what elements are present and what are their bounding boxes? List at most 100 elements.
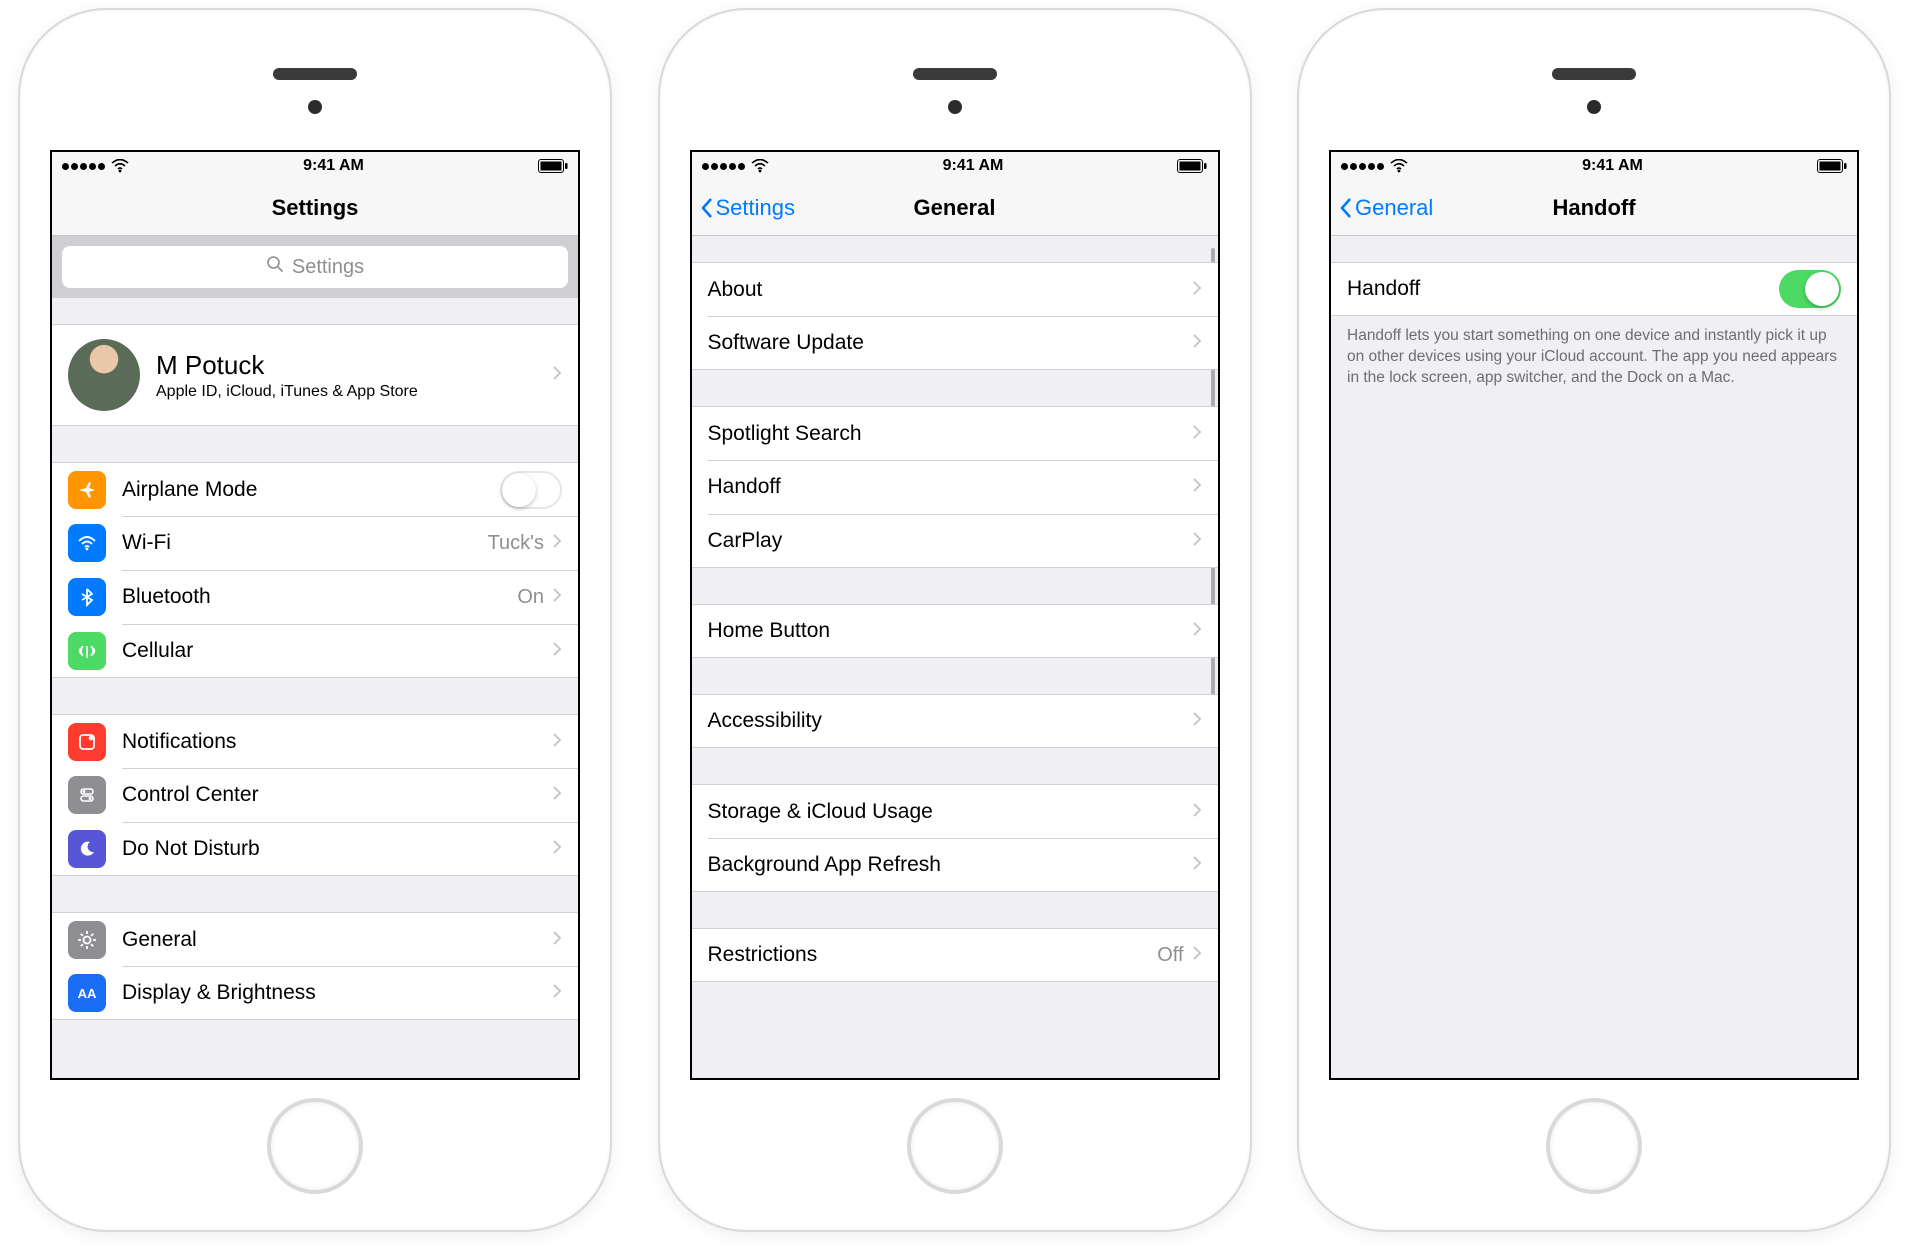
row-home-button[interactable]: Home Button <box>692 604 1218 658</box>
row-accessibility[interactable]: Accessibility <box>692 694 1218 748</box>
status-time: 9:41 AM <box>1582 157 1643 175</box>
nav-title: General <box>914 195 996 221</box>
screen-general: 9:41 AM Settings General About Software … <box>690 150 1220 1080</box>
back-label: Settings <box>716 195 796 221</box>
chevron-right-icon <box>1192 619 1202 643</box>
handoff-toggle-label: Handoff <box>1347 277 1779 301</box>
general-label: General <box>122 928 552 952</box>
wifi-icon <box>751 159 769 173</box>
gear-icon <box>68 921 106 959</box>
nav-bar: General Handoff <box>1331 180 1857 236</box>
chevron-right-icon <box>552 730 562 754</box>
group-accessibility: Accessibility <box>692 694 1218 748</box>
row-cellular[interactable]: Cellular <box>52 624 578 678</box>
home-button[interactable] <box>1546 1098 1642 1194</box>
handoff-switch[interactable] <box>1779 270 1841 308</box>
search-icon <box>266 255 284 279</box>
wifi-icon <box>1390 159 1408 173</box>
battery-icon <box>538 159 568 173</box>
chevron-right-icon <box>1192 800 1202 824</box>
group-restrictions: Restrictions Off <box>692 928 1218 982</box>
dnd-label: Do Not Disturb <box>122 837 552 861</box>
row-bluetooth[interactable]: Bluetooth On <box>52 570 578 624</box>
group-connectivity: Airplane Mode Wi-Fi Tuck's Bluetooth On <box>52 462 578 678</box>
row-software-update[interactable]: Software Update <box>692 316 1218 370</box>
search-input[interactable]: Settings <box>62 246 568 288</box>
row-display-brightness[interactable]: AA Display & Brightness <box>52 966 578 1020</box>
phone-camera <box>308 100 322 114</box>
group-general: General AA Display & Brightness <box>52 912 578 1020</box>
row-notifications[interactable]: Notifications <box>52 714 578 768</box>
row-carplay[interactable]: CarPlay <box>692 514 1218 568</box>
group-alerts: Notifications Control Center Do Not Dist… <box>52 714 578 876</box>
sw-label: Software Update <box>708 331 1192 355</box>
home-button[interactable] <box>267 1098 363 1194</box>
display-label: Display & Brightness <box>122 981 552 1005</box>
chevron-right-icon <box>1192 853 1202 877</box>
home-button-label: Home Button <box>708 619 1192 643</box>
cellular-label: Cellular <box>122 639 552 663</box>
chevron-right-icon <box>552 981 562 1005</box>
cellular-icon <box>68 632 106 670</box>
row-handoff-toggle[interactable]: Handoff <box>1331 262 1857 316</box>
home-button[interactable] <box>907 1098 1003 1194</box>
storage-label: Storage & iCloud Usage <box>708 800 1192 824</box>
phone-speaker <box>273 68 357 80</box>
control-center-label: Control Center <box>122 783 552 807</box>
airplane-switch[interactable] <box>500 471 562 509</box>
bluetooth-label: Bluetooth <box>122 585 517 609</box>
notifications-label: Notifications <box>122 730 552 754</box>
group-profile: M Potuck Apple ID, iCloud, iTunes & App … <box>52 324 578 426</box>
chevron-right-icon <box>552 783 562 807</box>
row-about[interactable]: About <box>692 262 1218 316</box>
moon-icon <box>68 830 106 868</box>
profile-subtitle: Apple ID, iCloud, iTunes & App Store <box>156 383 552 401</box>
bluetooth-value: On <box>517 586 544 609</box>
group-spotlight: Spotlight Search Handoff CarPlay <box>692 406 1218 568</box>
wifi-icon <box>111 159 129 173</box>
screen-handoff: 9:41 AM General Handoff Handoff Handoff … <box>1329 150 1859 1080</box>
chevron-right-icon <box>1192 331 1202 355</box>
chevron-right-icon <box>1192 529 1202 553</box>
row-apple-id[interactable]: M Potuck Apple ID, iCloud, iTunes & App … <box>52 324 578 426</box>
chevron-right-icon <box>1192 943 1202 967</box>
group-about: About Software Update <box>692 262 1218 370</box>
row-storage[interactable]: Storage & iCloud Usage <box>692 784 1218 838</box>
chevron-right-icon <box>1192 422 1202 446</box>
display-icon: AA <box>68 974 106 1012</box>
status-bar: 9:41 AM <box>692 152 1218 180</box>
wifi-value: Tuck's <box>488 532 544 555</box>
back-button[interactable]: General <box>1339 195 1433 221</box>
row-do-not-disturb[interactable]: Do Not Disturb <box>52 822 578 876</box>
status-bar: 9:41 AM <box>52 152 578 180</box>
control-center-icon <box>68 776 106 814</box>
row-general[interactable]: General <box>52 912 578 966</box>
row-control-center[interactable]: Control Center <box>52 768 578 822</box>
row-spotlight-search[interactable]: Spotlight Search <box>692 406 1218 460</box>
signal-dots-icon <box>62 163 105 170</box>
handoff-description: Handoff lets you start something on one … <box>1331 316 1857 389</box>
group-storage: Storage & iCloud Usage Background App Re… <box>692 784 1218 892</box>
restrictions-label: Restrictions <box>708 943 1158 967</box>
row-background-app-refresh[interactable]: Background App Refresh <box>692 838 1218 892</box>
chevron-right-icon <box>552 928 562 952</box>
row-handoff[interactable]: Handoff <box>692 460 1218 514</box>
battery-icon <box>1177 159 1207 173</box>
handoff-label: Handoff <box>708 475 1192 499</box>
phone-mockup-1: 9:41 AM Settings Settings M Potu <box>20 10 610 1230</box>
back-button[interactable]: Settings <box>700 195 796 221</box>
row-restrictions[interactable]: Restrictions Off <box>692 928 1218 982</box>
row-wifi[interactable]: Wi-Fi Tuck's <box>52 516 578 570</box>
search-container: Settings <box>52 236 578 298</box>
chevron-right-icon <box>552 585 562 609</box>
search-placeholder: Settings <box>292 256 364 279</box>
chevron-right-icon <box>552 365 562 386</box>
nav-bar: Settings <box>52 180 578 236</box>
status-time: 9:41 AM <box>943 157 1004 175</box>
signal-dots-icon <box>702 163 745 170</box>
phone-camera <box>1587 100 1601 114</box>
profile-name: M Potuck <box>156 350 552 381</box>
chevron-right-icon <box>1192 709 1202 733</box>
chevron-right-icon <box>1192 475 1202 499</box>
row-airplane-mode[interactable]: Airplane Mode <box>52 462 578 516</box>
